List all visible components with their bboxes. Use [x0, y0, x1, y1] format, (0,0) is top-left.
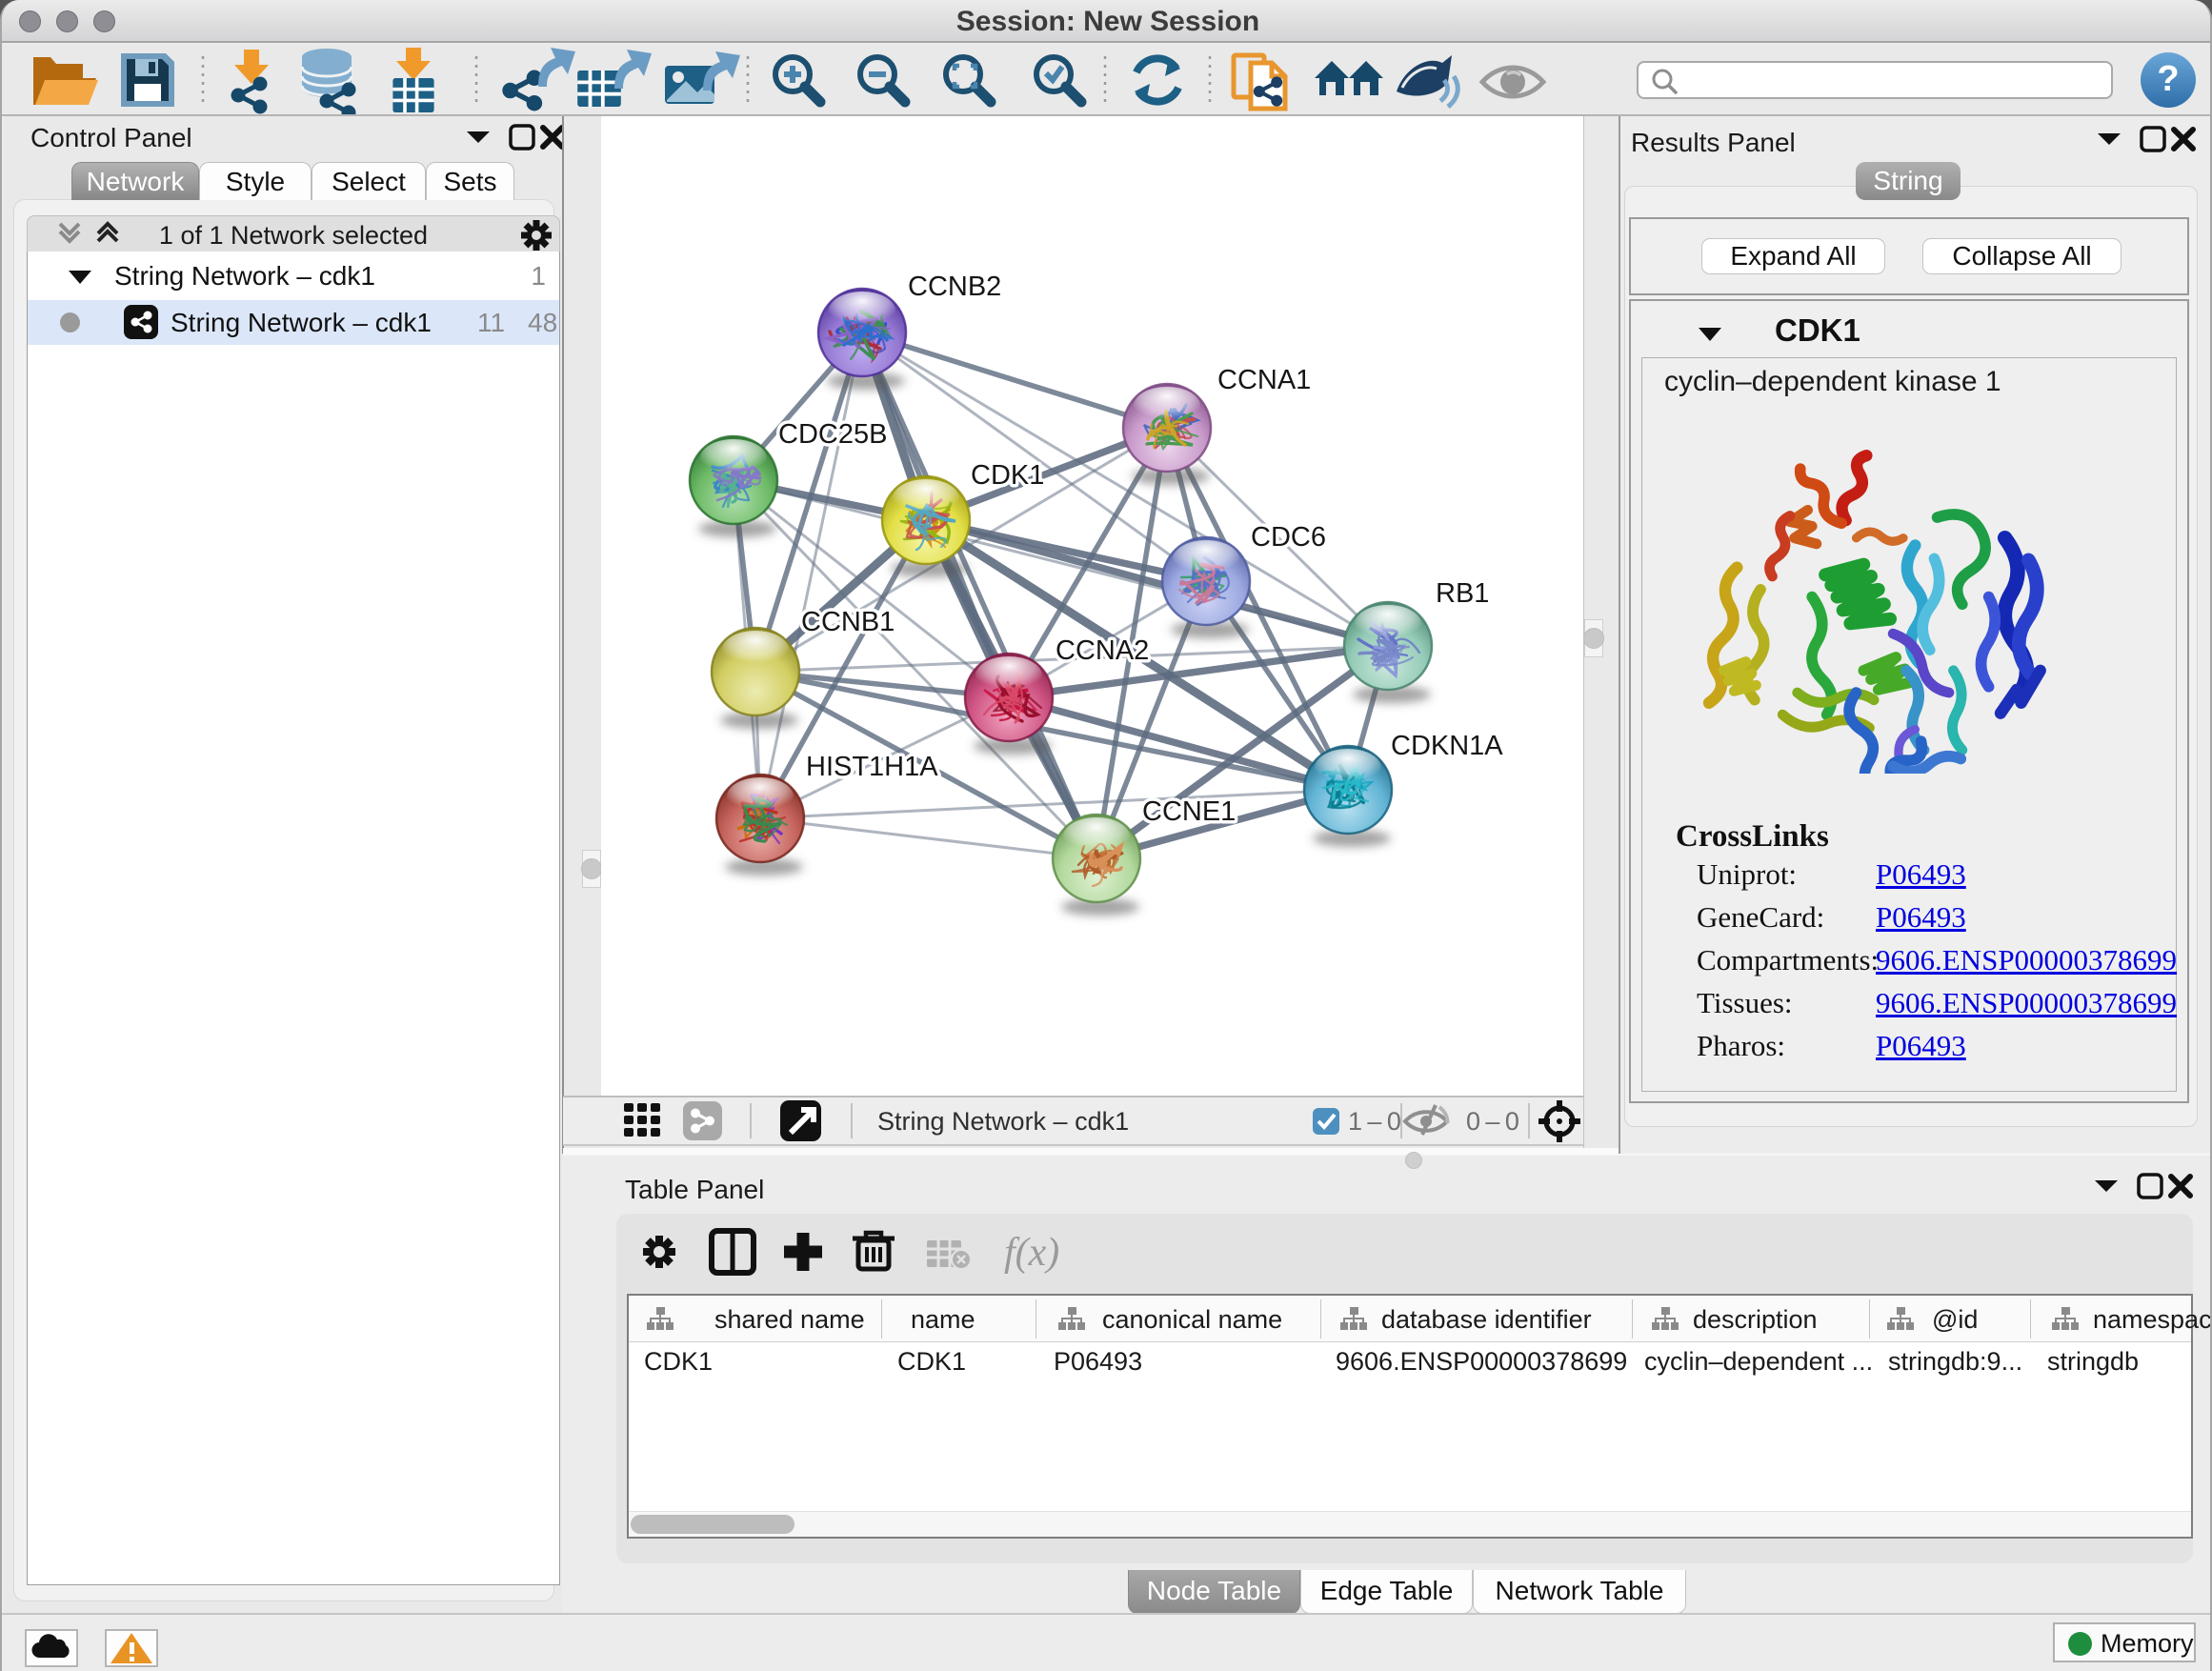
- svg-text:CDC25B: CDC25B: [778, 419, 887, 450]
- svg-text:CCNA1: CCNA1: [1217, 365, 1311, 395]
- svg-text:CCNB2: CCNB2: [908, 272, 1001, 302]
- svg-text:CDKN1A: CDKN1A: [1391, 731, 1503, 761]
- svg-text:CCNB1: CCNB1: [801, 607, 895, 637]
- svg-text:CCNA2: CCNA2: [1056, 635, 1149, 666]
- svg-text:f(x): f(x): [1004, 1231, 1059, 1275]
- svg-text:HIST1H1A: HIST1H1A: [806, 752, 938, 782]
- svg-text:CDC6: CDC6: [1251, 522, 1326, 553]
- svg-text:CDK1: CDK1: [971, 460, 1044, 491]
- svg-text:String Network – cdk1: String Network – cdk1: [877, 1107, 1129, 1136]
- svg-text:0 – 0: 0 – 0: [1466, 1107, 1519, 1136]
- svg-text:RB1: RB1: [1436, 578, 1489, 609]
- svg-text:1 – 0: 1 – 0: [1348, 1107, 1401, 1136]
- svg-text:CCNE1: CCNE1: [1142, 796, 1236, 827]
